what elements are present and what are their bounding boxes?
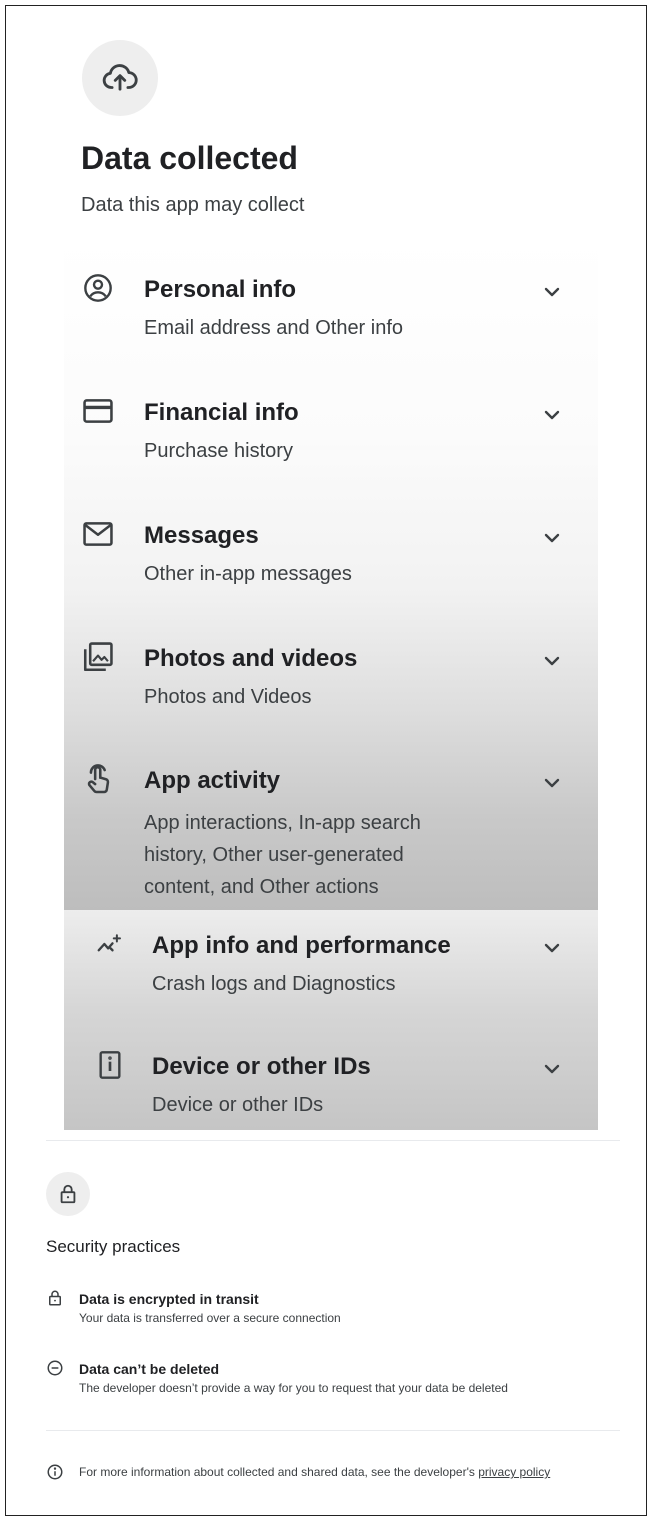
mail-icon bbox=[80, 516, 116, 552]
data-item-description: Crash logs and Diagnostics bbox=[152, 973, 396, 995]
security-icon-circle bbox=[46, 1172, 90, 1216]
data-item-description: Device or other IDs bbox=[152, 1094, 324, 1116]
chevron-down-icon[interactable] bbox=[540, 771, 564, 795]
data-item-title: Financial info bbox=[144, 399, 299, 426]
chevron-down-icon[interactable] bbox=[540, 1057, 564, 1081]
page-subtitle: Data this app may collect bbox=[81, 194, 305, 216]
data-safety-page: Data collected Data this app may collect… bbox=[5, 5, 647, 1516]
data-item-photos-and-videos[interactable]: Photos and videos Photos and Videos bbox=[64, 637, 598, 717]
chevron-down-icon[interactable] bbox=[540, 936, 564, 960]
data-item-description-line: App interactions, In-app search bbox=[144, 812, 421, 834]
touch-hand-icon bbox=[80, 761, 116, 797]
footer-info-text: For more information about collected and… bbox=[79, 1465, 550, 1479]
data-item-personal-info[interactable]: Personal info Email address and Other in… bbox=[64, 268, 598, 348]
security-item-title: Data can’t be deleted bbox=[79, 1361, 220, 1377]
data-item-title: App activity bbox=[144, 767, 281, 794]
account-circle-icon bbox=[80, 270, 116, 306]
data-item-app-info-and-performance[interactable]: App info and performance Crash logs and … bbox=[64, 924, 598, 1004]
section-divider bbox=[46, 1140, 620, 1141]
data-item-description-line: history, Other user-generated bbox=[144, 844, 404, 866]
info-icon bbox=[47, 1464, 63, 1480]
data-item-app-activity[interactable]: App activity App interactions, In-app se… bbox=[64, 759, 598, 905]
data-item-title: Messages bbox=[144, 522, 259, 549]
security-item-description: The developer doesn’t provide a way for … bbox=[79, 1381, 508, 1395]
data-item-device-or-other-ids[interactable]: Device or other IDs Device or other IDs bbox=[64, 1045, 598, 1125]
cloud-upload-icon bbox=[102, 64, 138, 91]
security-practices-title: Security practices bbox=[46, 1237, 181, 1256]
data-item-messages[interactable]: Messages Other in-app messages bbox=[64, 514, 598, 594]
data-item-description: Email address and Other info bbox=[144, 317, 404, 339]
data-item-description: Other in-app messages bbox=[144, 563, 352, 585]
privacy-policy-link[interactable]: privacy policy bbox=[478, 1465, 550, 1479]
data-item-title: Photos and videos bbox=[144, 645, 358, 672]
data-item-title: Personal info bbox=[144, 276, 297, 303]
chevron-down-icon[interactable] bbox=[540, 649, 564, 673]
credit-card-icon bbox=[80, 393, 116, 429]
page-title: Data collected bbox=[81, 140, 298, 176]
device-id-icon bbox=[92, 1047, 128, 1083]
data-item-title: App info and performance bbox=[152, 932, 451, 959]
footer-text: For more information about collected and… bbox=[79, 1465, 479, 1479]
chevron-down-icon[interactable] bbox=[540, 403, 564, 427]
performance-sparkle-icon bbox=[92, 926, 128, 962]
data-item-title: Device or other IDs bbox=[152, 1053, 371, 1080]
photo-library-icon bbox=[80, 639, 116, 675]
data-item-description-line: content, and Other actions bbox=[144, 876, 379, 898]
lock-icon bbox=[49, 1290, 61, 1306]
chevron-down-icon[interactable] bbox=[540, 280, 564, 304]
footer-info: For more information about collected and… bbox=[46, 1463, 626, 1483]
security-item-title: Data is encrypted in transit bbox=[79, 1291, 259, 1307]
minus-circle-icon bbox=[47, 1360, 63, 1376]
lock-icon bbox=[60, 1184, 76, 1204]
data-item-description: Purchase history bbox=[144, 440, 293, 462]
data-item-description: Photos and Videos bbox=[144, 686, 312, 708]
chevron-down-icon[interactable] bbox=[540, 526, 564, 550]
security-item-description: Your data is transferred over a secure c… bbox=[79, 1311, 341, 1325]
cloud-upload-icon-circle bbox=[82, 40, 158, 116]
footer-divider bbox=[46, 1430, 620, 1431]
data-item-financial-info[interactable]: Financial info Purchase history bbox=[64, 391, 598, 471]
